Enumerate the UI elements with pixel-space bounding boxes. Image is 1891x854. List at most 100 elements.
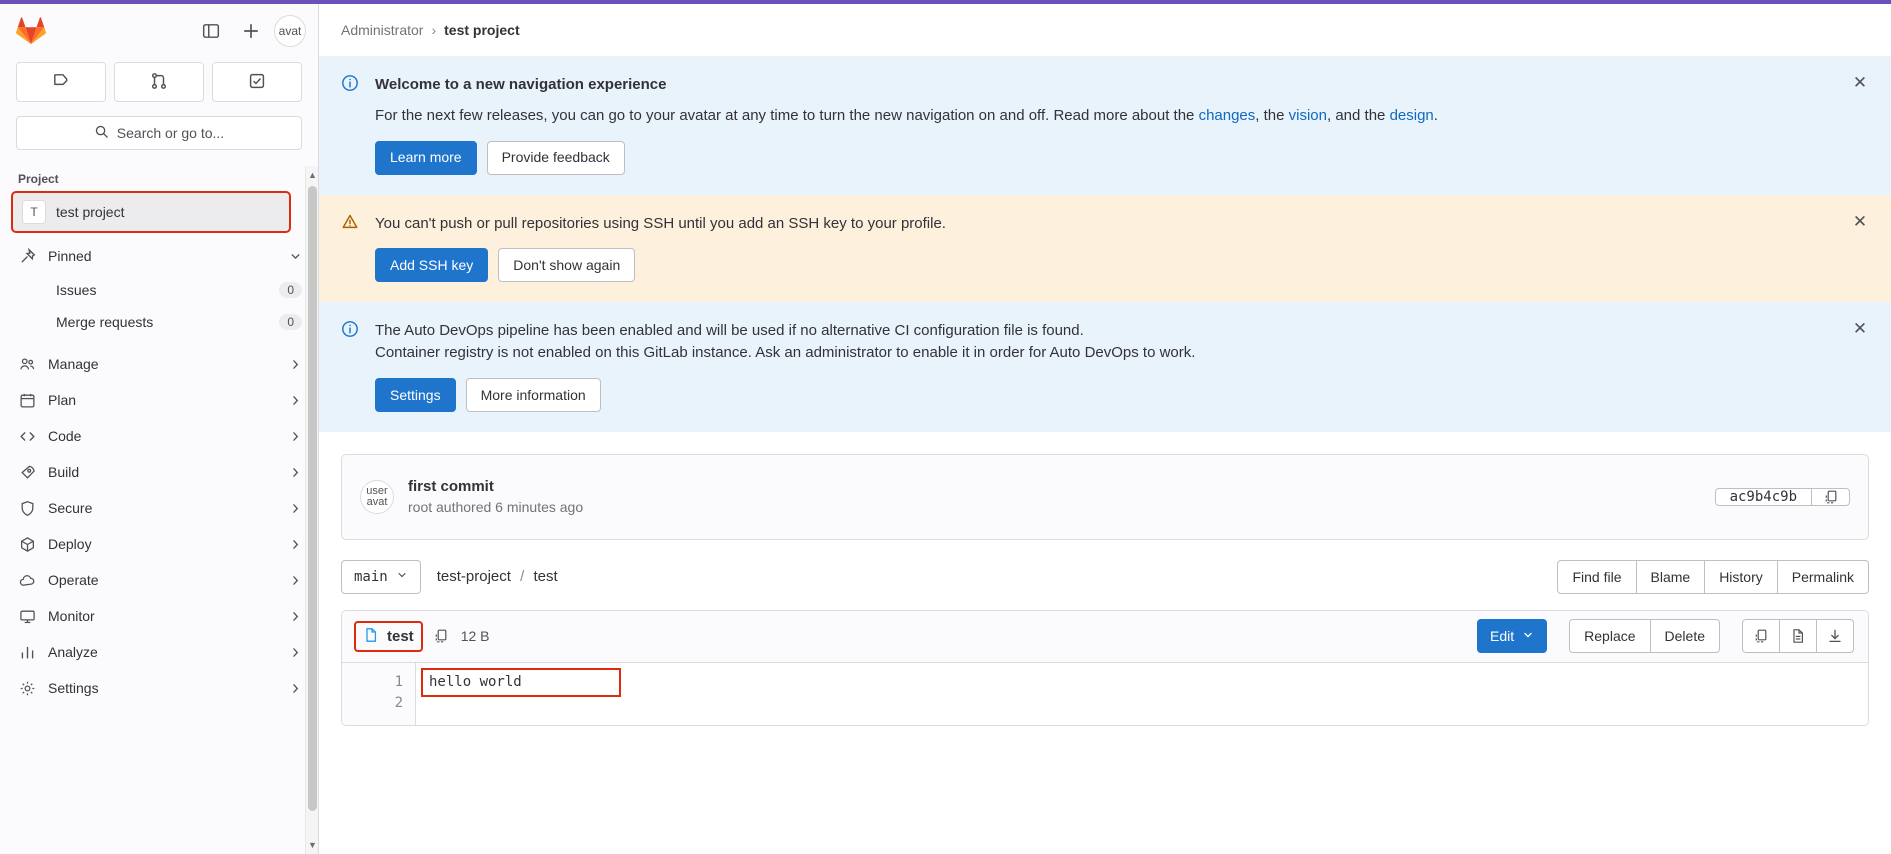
- file-header: test 12 B Edit Replace Delete: [342, 610, 1868, 663]
- edit-button[interactable]: Edit: [1477, 619, 1548, 654]
- alert-body: You can't push or pull repositories usin…: [375, 214, 946, 232]
- blame-button[interactable]: Blame: [1635, 559, 1706, 594]
- sidebar-item-operate[interactable]: Operate: [0, 562, 318, 598]
- sidebar-item-issues[interactable]: Issues 0: [0, 274, 318, 306]
- commit-sha[interactable]: ac9b4c9b: [1716, 489, 1811, 505]
- alert-auto-devops: The Auto DevOps pipeline has been enable…: [319, 302, 1891, 432]
- document-icon: [363, 626, 379, 647]
- dont-show-again-button[interactable]: Don't show again: [498, 248, 636, 283]
- copy-icon[interactable]: [433, 628, 449, 644]
- sidebar-item-label: Pinned: [48, 248, 92, 264]
- history-button[interactable]: History: [1704, 559, 1778, 594]
- file-toolbar: main test-project / test Find file Blame…: [319, 540, 1891, 594]
- commit-title[interactable]: first commit: [408, 478, 1701, 495]
- sidebar-item-label: Secure: [48, 500, 93, 516]
- branch-name: main: [354, 568, 388, 585]
- search-input[interactable]: Search or go to...: [16, 116, 302, 150]
- sidebar-item-analyze[interactable]: Analyze: [0, 634, 318, 670]
- chevron-right-icon: [289, 538, 302, 551]
- commit-sha-group: ac9b4c9b: [1714, 487, 1850, 506]
- changes-link[interactable]: changes: [1199, 107, 1256, 124]
- todo-checkbox-icon: [248, 72, 266, 93]
- chevron-right-icon: [289, 646, 302, 659]
- settings-button[interactable]: Settings: [375, 377, 456, 412]
- provide-feedback-button[interactable]: Provide feedback: [486, 140, 625, 175]
- sidebar-item-build[interactable]: Build: [0, 454, 318, 490]
- sidebar-item-label: Build: [48, 464, 80, 480]
- replace-button[interactable]: Replace: [1569, 619, 1651, 654]
- sidebar-section-label: Project: [18, 172, 59, 186]
- gitlab-logo-icon[interactable]: [16, 16, 46, 46]
- sidebar-item-code[interactable]: Code: [0, 418, 318, 454]
- sidebar-item-manage[interactable]: Manage: [0, 346, 318, 382]
- sidebar-item-secure[interactable]: Secure: [0, 490, 318, 526]
- scroll-down-arrow-icon[interactable]: ▼: [306, 836, 318, 854]
- sidebar-item-label: Analyze: [48, 644, 98, 660]
- path-segment-repo[interactable]: test-project: [437, 568, 511, 585]
- sidebar-item-label: Plan: [48, 392, 77, 408]
- path-separator: /: [520, 568, 525, 586]
- sidebar-item-label: Code: [48, 428, 82, 444]
- sidebar-item-monitor[interactable]: Monitor: [0, 598, 318, 634]
- file-size: 12 B: [460, 628, 490, 645]
- sidebar-item-merge-requests[interactable]: Merge requests 0: [0, 306, 318, 338]
- sidebar-item-plan[interactable]: Plan: [0, 382, 318, 418]
- breadcrumb-root[interactable]: Administrator: [341, 22, 423, 38]
- learn-more-button[interactable]: Learn more: [375, 140, 477, 175]
- close-icon[interactable]: ✕: [1851, 320, 1869, 338]
- code-lines[interactable]: hello world: [416, 663, 1868, 725]
- plus-icon[interactable]: [234, 14, 268, 48]
- alert-ssh-key: You can't push or pull repositories usin…: [319, 194, 1891, 303]
- chevron-down-icon: [1522, 628, 1534, 644]
- alert-new-navigation: Welcome to a new navigation experience F…: [319, 56, 1891, 195]
- issues-count-badge: 0: [279, 282, 302, 298]
- close-icon[interactable]: ✕: [1851, 212, 1869, 231]
- file-name-button[interactable]: test: [354, 620, 423, 652]
- delete-button[interactable]: Delete: [1649, 619, 1720, 654]
- sidebar-scrollbar[interactable]: ▲ ▼: [305, 166, 318, 854]
- sidebar-item-todos-tab[interactable]: [212, 62, 302, 102]
- design-link[interactable]: design: [1390, 107, 1434, 124]
- sidebar-item-merge-requests-tab[interactable]: [114, 62, 204, 102]
- add-ssh-key-button[interactable]: Add SSH key: [375, 248, 489, 283]
- sidebar-item-settings[interactable]: Settings: [0, 670, 318, 706]
- sidebar-item-label: Manage: [48, 356, 99, 372]
- chevron-right-icon: [289, 358, 302, 371]
- scroll-up-arrow-icon[interactable]: ▲: [306, 166, 318, 184]
- more-information-button[interactable]: More information: [465, 377, 601, 412]
- commit-info: first commit root authored 6 minutes ago: [408, 478, 1701, 515]
- file-content: 1 2 hello world: [342, 662, 1868, 725]
- download-icon[interactable]: [1816, 619, 1854, 654]
- breadcrumb-current[interactable]: test project: [444, 22, 519, 38]
- path-segment-file[interactable]: test: [533, 568, 557, 585]
- close-icon[interactable]: ✕: [1851, 74, 1869, 92]
- line-number[interactable]: 1: [342, 672, 403, 693]
- breadcrumb-separator: ›: [431, 22, 437, 38]
- sidebar-nav: Project T test project Pinned Issues 0 M…: [0, 166, 318, 854]
- sidebar-item-issues-tab[interactable]: [16, 62, 106, 102]
- avatar[interactable]: avat: [274, 15, 306, 47]
- commit-meta: root authored 6 minutes ago: [408, 499, 584, 516]
- vision-link[interactable]: vision: [1289, 107, 1327, 124]
- monitor-icon: [18, 607, 36, 625]
- commit-author-avatar[interactable]: user avat: [360, 479, 394, 514]
- line-number[interactable]: 2: [342, 693, 403, 714]
- sidebar-item-pinned[interactable]: Pinned: [0, 238, 318, 274]
- find-file-button[interactable]: Find file: [1557, 559, 1637, 594]
- permalink-button[interactable]: Permalink: [1776, 559, 1869, 594]
- sidebar-item-label: Settings: [48, 680, 99, 696]
- avatar-label: avat: [278, 24, 302, 38]
- search-icon: [94, 124, 109, 142]
- alert-body-part-4: .: [1433, 106, 1438, 124]
- branch-selector[interactable]: main: [341, 559, 421, 594]
- shield-icon: [18, 499, 36, 517]
- sidebar-item-project[interactable]: T test project: [11, 191, 291, 233]
- edit-label: Edit: [1490, 628, 1515, 645]
- scrollbar-thumb[interactable]: [308, 186, 317, 811]
- copy-icon[interactable]: [1811, 488, 1849, 505]
- file-raw-icon[interactable]: [1779, 619, 1817, 654]
- sidebar-item-deploy[interactable]: Deploy: [0, 526, 318, 562]
- panel-toggle-icon[interactable]: [194, 14, 228, 48]
- line-number-gutter: 1 2: [342, 662, 416, 725]
- copy-icon[interactable]: [1742, 619, 1780, 654]
